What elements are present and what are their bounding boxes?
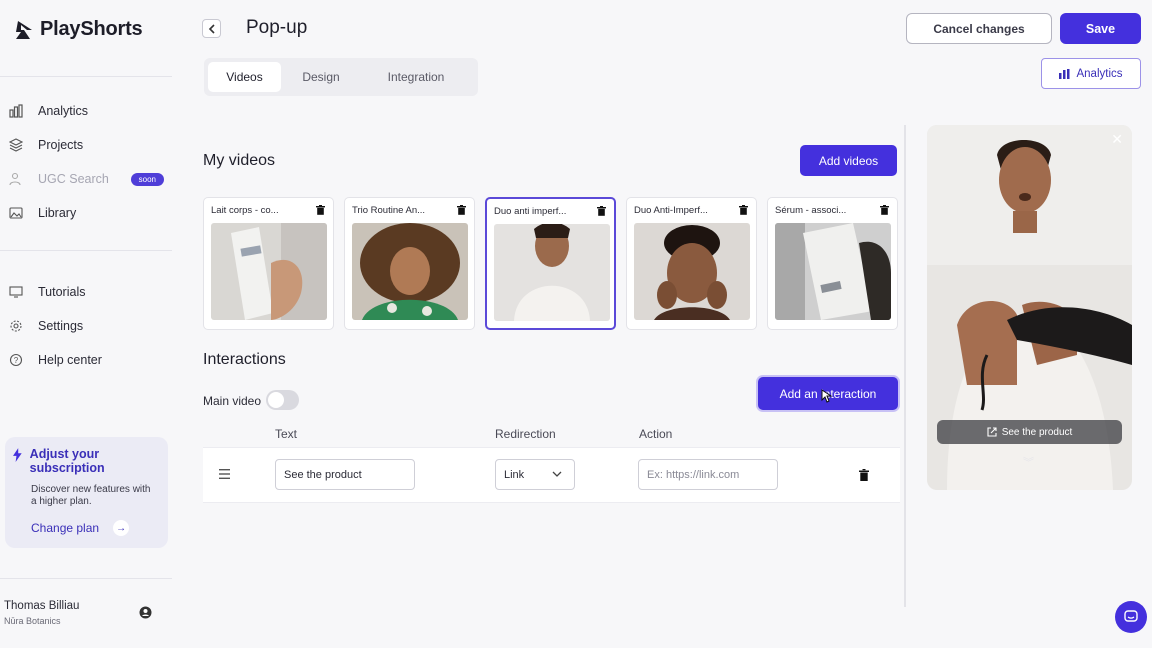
chat-support-button[interactable] — [1115, 601, 1147, 633]
interactions-table: Text Redirection Action See the product … — [203, 420, 900, 503]
sidebar-item-analytics[interactable]: Analytics — [0, 94, 172, 128]
chevron-double-down-icon: ︾ — [1023, 457, 1034, 469]
trash-icon[interactable] — [316, 205, 325, 215]
user-profile[interactable]: Thomas Billiau Nūra Botanics — [4, 600, 172, 626]
my-videos-title: My videos — [203, 152, 276, 169]
sidebar-item-label: Help center — [38, 353, 102, 367]
user-account-icon[interactable] — [139, 606, 152, 619]
sidebar-item-label: Projects — [38, 138, 84, 152]
video-thumbnail — [352, 223, 468, 320]
add-videos-button[interactable]: Add videos — [800, 145, 897, 176]
person-search-icon — [9, 172, 23, 186]
main-content: Pop-up Cancel changes Save Analytics Vid… — [180, 0, 1152, 648]
video-title: Duo anti imperf... — [494, 206, 567, 217]
sidebar-nav-secondary: Tutorials Settings ? Help center — [0, 275, 172, 377]
sidebar-divider — [0, 76, 172, 77]
change-plan-link[interactable]: Change plan → — [31, 520, 158, 536]
gear-icon — [9, 319, 23, 333]
subscription-promo: Adjust your subscription Discover new fe… — [5, 437, 168, 548]
svg-text:?: ? — [14, 356, 19, 365]
video-card[interactable]: Sérum - associ... — [767, 197, 898, 330]
tab-design[interactable]: Design — [281, 62, 361, 92]
video-title: Duo Anti-Imperf... — [634, 205, 708, 216]
trash-icon[interactable] — [457, 205, 466, 215]
sidebar-item-label: Tutorials — [38, 285, 86, 299]
sidebar-item-label: UGC Search — [38, 172, 109, 186]
app-name: PlayShorts — [40, 18, 143, 40]
video-title: Sérum - associ... — [775, 205, 847, 216]
video-thumbnail — [494, 224, 610, 321]
analytics-button[interactable]: Analytics — [1041, 58, 1141, 89]
sidebar-item-label: Settings — [38, 319, 84, 333]
promo-title: Adjust your subscription — [13, 447, 158, 475]
video-title: Lait corps - co... — [211, 205, 279, 216]
tab-videos[interactable]: Videos — [208, 62, 281, 92]
video-thumbnail — [634, 223, 750, 320]
help-circle-icon: ? — [9, 353, 23, 367]
main-video-label: Main video — [203, 394, 262, 408]
lightning-icon — [13, 448, 22, 462]
video-card[interactable]: Trio Routine An... — [344, 197, 475, 330]
sidebar: PlayShorts Analytics Projects UGC Search… — [0, 0, 180, 648]
close-icon[interactable]: ✕ — [1111, 132, 1123, 146]
external-link-icon — [987, 427, 997, 437]
interactions-title: Interactions — [203, 351, 286, 368]
back-button[interactable] — [202, 19, 221, 38]
table-row: See the product Link Ex: https://link.co… — [203, 448, 900, 503]
video-preview[interactable]: ✕ See the product ︾ — [927, 125, 1132, 490]
soon-badge: soon — [130, 172, 164, 186]
promo-description: Discover new features with a higher plan… — [31, 484, 151, 507]
mouse-cursor-icon — [821, 389, 833, 403]
video-card[interactable]: Lait corps - co... — [203, 197, 334, 330]
app-logo[interactable]: PlayShorts — [16, 18, 143, 41]
sidebar-divider — [0, 578, 172, 579]
tab-bar: Videos Design Integration — [204, 58, 478, 96]
video-card[interactable]: Duo Anti-Imperf... — [626, 197, 757, 330]
chevron-down-icon — [552, 471, 562, 477]
table-header: Text Redirection Action — [203, 420, 900, 448]
sidebar-item-tutorials[interactable]: Tutorials — [0, 275, 172, 309]
trash-icon[interactable] — [859, 469, 869, 481]
tab-integration[interactable]: Integration — [361, 62, 471, 92]
bar-chart-icon — [1059, 68, 1070, 79]
video-thumbnail — [775, 223, 891, 320]
action-url-input[interactable]: Ex: https://link.com — [638, 459, 778, 490]
chat-icon — [1124, 610, 1138, 622]
save-button[interactable]: Save — [1060, 13, 1141, 44]
video-card-selected[interactable]: Duo anti imperf... — [485, 197, 616, 330]
video-title: Trio Routine An... — [352, 205, 426, 216]
column-header-action: Action — [639, 427, 673, 441]
bar-chart-icon — [9, 104, 23, 118]
column-header-redirection: Redirection — [495, 427, 556, 441]
interaction-text-input[interactable]: See the product — [275, 459, 415, 490]
trash-icon[interactable] — [880, 205, 889, 215]
redirection-select[interactable]: Link — [495, 459, 575, 490]
trash-icon[interactable] — [739, 205, 748, 215]
sidebar-item-label: Analytics — [38, 104, 89, 118]
layers-icon — [9, 138, 23, 152]
video-lesson-icon — [9, 285, 23, 299]
main-video-toggle[interactable] — [266, 390, 299, 410]
image-icon — [9, 206, 23, 220]
sidebar-divider — [0, 250, 172, 251]
drag-handle-icon[interactable] — [219, 469, 230, 479]
sidebar-nav-primary: Analytics Projects UGC Search soon Libra… — [0, 94, 172, 230]
video-thumbnail — [211, 223, 327, 320]
sidebar-item-help-center[interactable]: ? Help center — [0, 343, 172, 377]
content-divider — [904, 125, 906, 607]
sidebar-item-projects[interactable]: Projects — [0, 128, 172, 162]
chevron-left-icon — [208, 23, 215, 34]
video-list: Lait corps - co... Trio Routine An... Du… — [203, 197, 898, 330]
page-title: Pop-up — [246, 17, 308, 38]
sidebar-item-label: Library — [38, 206, 77, 220]
sidebar-item-settings[interactable]: Settings — [0, 309, 172, 343]
sidebar-item-library[interactable]: Library — [0, 196, 172, 230]
sidebar-item-ugc-search[interactable]: UGC Search soon — [0, 162, 172, 196]
preview-cta-button[interactable]: See the product — [937, 420, 1122, 444]
playshorts-logo-icon — [16, 20, 32, 39]
column-header-text: Text — [275, 427, 298, 441]
arrow-right-icon: → — [113, 520, 130, 536]
trash-icon[interactable] — [597, 206, 606, 216]
cancel-changes-button[interactable]: Cancel changes — [906, 13, 1052, 44]
